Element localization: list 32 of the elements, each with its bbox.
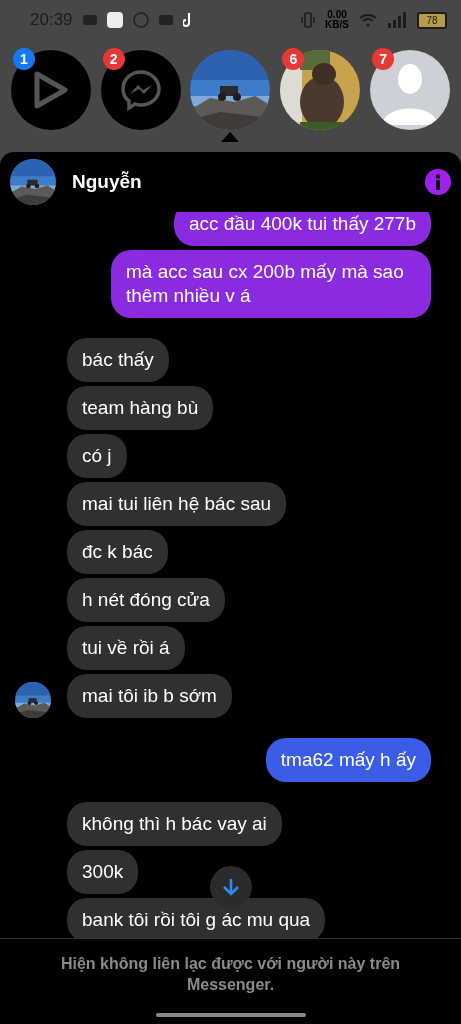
sent-message: mà acc sau cx 200b mấy mà sao thêm nhiều v á [111,250,431,318]
received-message: bác thấy [67,338,169,382]
received-message: h nét đóng cửa [67,578,225,622]
scroll-down-button[interactable] [210,866,252,908]
unavailable-notice: Hiện không liên lạc được với người này trên Messenger. [59,954,402,995]
wifi-icon [359,13,377,27]
unread-badge: 1 [12,48,35,70]
sent-message: tma62 mấy h ấy [265,738,431,782]
unread-badge: 6 [282,48,305,70]
down-arrow-icon [222,877,240,897]
vibrate-icon [301,12,316,28]
battery-level: 78 [417,11,447,29]
received-message: có j [67,434,127,478]
info-icon[interactable] [425,169,451,195]
unread-badge: 7 [372,48,395,70]
received-message: team hàng bù [67,386,214,430]
contact-name: Nguyễn [72,171,143,193]
received-message: đc k bác [67,530,168,574]
received-message: mai tôi ib b sớm [67,674,232,718]
music-note-icon [182,12,191,28]
sent-message: acc đầu 400k tui thấy 277b [173,212,431,246]
received-message: mai tui liên hệ bác sau [67,482,287,526]
speed-unit: KB/S [325,20,349,30]
signal-icon [387,12,407,28]
app-icon [106,12,123,28]
received-message: không thì h bác vay ai [67,802,282,846]
unread-badge: 2 [102,48,125,70]
pointer-caret [221,132,240,142]
received-message: tui về rồi á [67,626,185,670]
network-speed: 0.00 [327,10,347,20]
received-message: bank tôi rồi tôi g ác mu qua [67,898,326,938]
received-message: 300k [67,850,139,894]
